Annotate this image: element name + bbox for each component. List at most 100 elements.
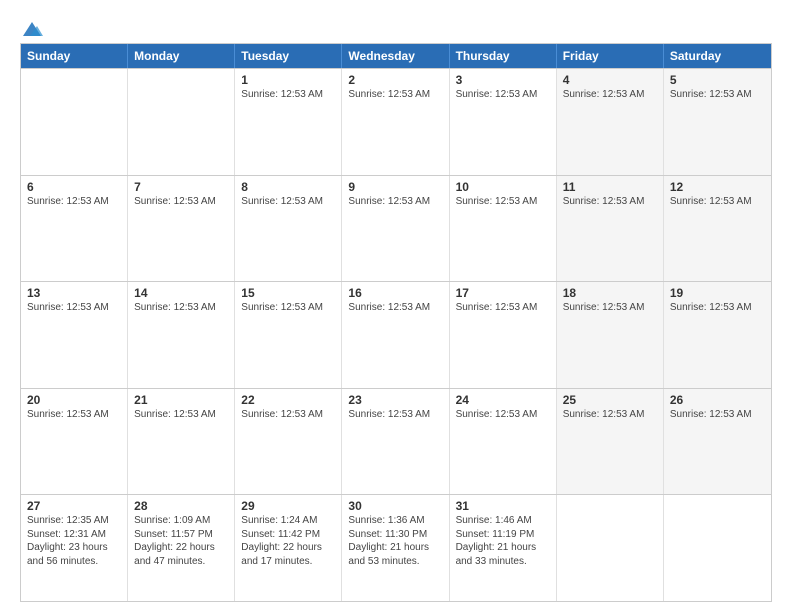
calendar-cell-3-3: 15Sunrise: 12:53 AM	[235, 282, 342, 388]
day-number: 31	[456, 499, 550, 513]
day-info: Sunrise: 1:46 AMSunset: 11:19 PMDaylight…	[456, 514, 550, 568]
calendar-body: 1Sunrise: 12:53 AM2Sunrise: 12:53 AM3Sun…	[21, 68, 771, 601]
day-info: Sunrise: 12:53 AM	[670, 88, 765, 102]
day-info: Sunrise: 12:53 AM	[563, 88, 657, 102]
calendar-cell-1-4: 2Sunrise: 12:53 AM	[342, 69, 449, 175]
calendar-cell-4-7: 26Sunrise: 12:53 AM	[664, 389, 771, 495]
day-number: 9	[348, 180, 442, 194]
calendar-cell-1-1	[21, 69, 128, 175]
day-number: 11	[563, 180, 657, 194]
calendar-cell-4-3: 22Sunrise: 12:53 AM	[235, 389, 342, 495]
day-info: Sunrise: 12:53 AM	[348, 408, 442, 422]
calendar-week-5: 27Sunrise: 12:35 AMSunset: 12:31 AMDayli…	[21, 494, 771, 601]
day-number: 6	[27, 180, 121, 194]
day-info: Sunrise: 1:09 AMSunset: 11:57 PMDaylight…	[134, 514, 228, 568]
day-info: Sunrise: 12:53 AM	[134, 195, 228, 209]
day-number: 29	[241, 499, 335, 513]
day-info: Sunrise: 12:53 AM	[241, 88, 335, 102]
day-info: Sunrise: 12:53 AM	[27, 301, 121, 315]
day-info: Sunrise: 12:53 AM	[563, 408, 657, 422]
calendar-cell-1-3: 1Sunrise: 12:53 AM	[235, 69, 342, 175]
day-number: 8	[241, 180, 335, 194]
day-info: Sunrise: 12:53 AM	[27, 408, 121, 422]
logo	[20, 18, 43, 37]
day-number: 24	[456, 393, 550, 407]
day-info: Sunrise: 12:53 AM	[670, 195, 765, 209]
calendar-cell-4-2: 21Sunrise: 12:53 AM	[128, 389, 235, 495]
calendar-cell-5-1: 27Sunrise: 12:35 AMSunset: 12:31 AMDayli…	[21, 495, 128, 601]
calendar-cell-5-4: 30Sunrise: 1:36 AMSunset: 11:30 PMDaylig…	[342, 495, 449, 601]
day-info: Sunrise: 12:53 AM	[241, 301, 335, 315]
day-number: 28	[134, 499, 228, 513]
calendar-cell-2-3: 8Sunrise: 12:53 AM	[235, 176, 342, 282]
day-number: 21	[134, 393, 228, 407]
day-number: 30	[348, 499, 442, 513]
calendar-week-2: 6Sunrise: 12:53 AM7Sunrise: 12:53 AM8Sun…	[21, 175, 771, 282]
day-info: Sunrise: 12:53 AM	[456, 195, 550, 209]
calendar-cell-2-6: 11Sunrise: 12:53 AM	[557, 176, 664, 282]
day-number: 3	[456, 73, 550, 87]
day-info: Sunrise: 12:53 AM	[27, 195, 121, 209]
day-info: Sunrise: 12:53 AM	[348, 301, 442, 315]
day-info: Sunrise: 1:36 AMSunset: 11:30 PMDaylight…	[348, 514, 442, 568]
calendar-cell-3-2: 14Sunrise: 12:53 AM	[128, 282, 235, 388]
day-info: Sunrise: 1:24 AMSunset: 11:42 PMDaylight…	[241, 514, 335, 568]
weekday-header-monday: Monday	[128, 44, 235, 68]
day-info: Sunrise: 12:53 AM	[456, 408, 550, 422]
calendar: SundayMondayTuesdayWednesdayThursdayFrid…	[20, 43, 772, 602]
calendar-cell-1-5: 3Sunrise: 12:53 AM	[450, 69, 557, 175]
weekday-header-thursday: Thursday	[450, 44, 557, 68]
calendar-cell-3-1: 13Sunrise: 12:53 AM	[21, 282, 128, 388]
day-info: Sunrise: 12:53 AM	[348, 195, 442, 209]
calendar-cell-1-7: 5Sunrise: 12:53 AM	[664, 69, 771, 175]
calendar-cell-1-6: 4Sunrise: 12:53 AM	[557, 69, 664, 175]
day-info: Sunrise: 12:53 AM	[456, 88, 550, 102]
calendar-cell-4-4: 23Sunrise: 12:53 AM	[342, 389, 449, 495]
calendar-cell-5-3: 29Sunrise: 1:24 AMSunset: 11:42 PMDaylig…	[235, 495, 342, 601]
day-number: 22	[241, 393, 335, 407]
weekday-header-tuesday: Tuesday	[235, 44, 342, 68]
day-number: 20	[27, 393, 121, 407]
header	[20, 18, 772, 37]
day-number: 16	[348, 286, 442, 300]
weekday-header-saturday: Saturday	[664, 44, 771, 68]
calendar-week-1: 1Sunrise: 12:53 AM2Sunrise: 12:53 AM3Sun…	[21, 68, 771, 175]
calendar-cell-2-4: 9Sunrise: 12:53 AM	[342, 176, 449, 282]
day-info: Sunrise: 12:53 AM	[670, 408, 765, 422]
day-number: 18	[563, 286, 657, 300]
day-info: Sunrise: 12:53 AM	[348, 88, 442, 102]
day-number: 19	[670, 286, 765, 300]
day-number: 12	[670, 180, 765, 194]
calendar-cell-5-2: 28Sunrise: 1:09 AMSunset: 11:57 PMDaylig…	[128, 495, 235, 601]
day-number: 7	[134, 180, 228, 194]
day-info: Sunrise: 12:35 AMSunset: 12:31 AMDayligh…	[27, 514, 121, 568]
calendar-cell-2-7: 12Sunrise: 12:53 AM	[664, 176, 771, 282]
day-number: 17	[456, 286, 550, 300]
calendar-cell-3-4: 16Sunrise: 12:53 AM	[342, 282, 449, 388]
day-number: 23	[348, 393, 442, 407]
calendar-week-4: 20Sunrise: 12:53 AM21Sunrise: 12:53 AM22…	[21, 388, 771, 495]
day-number: 13	[27, 286, 121, 300]
day-number: 1	[241, 73, 335, 87]
day-number: 5	[670, 73, 765, 87]
calendar-cell-1-2	[128, 69, 235, 175]
day-number: 26	[670, 393, 765, 407]
calendar-cell-3-6: 18Sunrise: 12:53 AM	[557, 282, 664, 388]
day-info: Sunrise: 12:53 AM	[134, 408, 228, 422]
day-number: 2	[348, 73, 442, 87]
day-number: 27	[27, 499, 121, 513]
page: SundayMondayTuesdayWednesdayThursdayFrid…	[0, 0, 792, 612]
calendar-cell-4-1: 20Sunrise: 12:53 AM	[21, 389, 128, 495]
day-number: 4	[563, 73, 657, 87]
day-info: Sunrise: 12:53 AM	[456, 301, 550, 315]
calendar-header-row: SundayMondayTuesdayWednesdayThursdayFrid…	[21, 44, 771, 68]
day-number: 25	[563, 393, 657, 407]
calendar-cell-2-5: 10Sunrise: 12:53 AM	[450, 176, 557, 282]
weekday-header-sunday: Sunday	[21, 44, 128, 68]
calendar-cell-5-6	[557, 495, 664, 601]
calendar-cell-2-1: 6Sunrise: 12:53 AM	[21, 176, 128, 282]
day-info: Sunrise: 12:53 AM	[241, 195, 335, 209]
weekday-header-friday: Friday	[557, 44, 664, 68]
day-number: 15	[241, 286, 335, 300]
day-number: 10	[456, 180, 550, 194]
